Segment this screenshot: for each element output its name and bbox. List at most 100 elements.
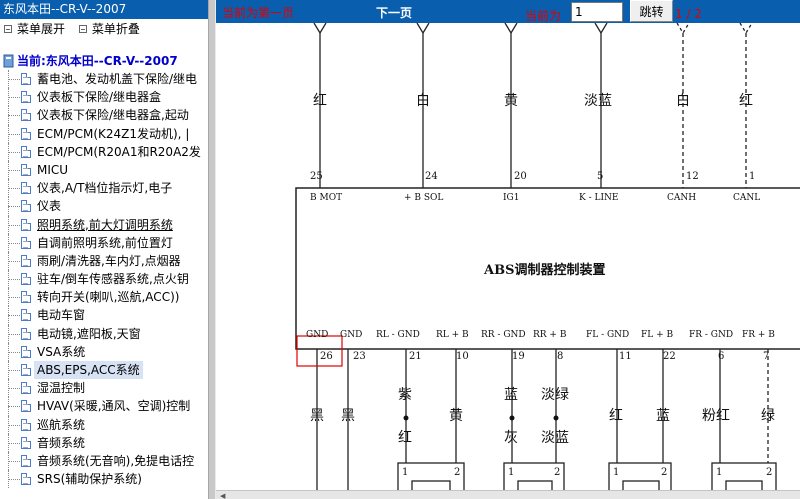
document-icon <box>21 218 31 231</box>
tree-item-label: VSA系统 <box>37 344 86 359</box>
wire-color-label: 蓝 <box>504 387 518 403</box>
tree-item[interactable]: 仪表 <box>0 197 208 216</box>
tree-item-selected[interactable]: ABS,EPS,ACC系统 <box>0 361 208 380</box>
tree-item-label: 仪表,A/T档位指示灯,电子 <box>37 181 173 196</box>
signal-name: FR - GND <box>689 330 733 340</box>
menu-controls: 菜单展开 菜单折叠 <box>0 19 208 39</box>
pin-number: 7 <box>763 351 769 362</box>
wire-color-label: 黑 <box>310 408 324 424</box>
document-icon <box>21 73 31 85</box>
signal-name: GND <box>340 330 362 340</box>
document-icon <box>21 236 31 249</box>
tree-item-label: MICU <box>37 162 69 177</box>
document-icon <box>21 182 31 195</box>
signal-name: FL + B <box>641 330 673 340</box>
tree-item[interactable]: 电动车窗 <box>0 306 208 325</box>
tree-item[interactable]: ECM/PCM(K24Z1发动机), | <box>0 124 208 143</box>
tree-item[interactable]: VSA系统 <box>0 342 208 362</box>
current-page-label: 当前为 <box>525 9 562 23</box>
tree-item-label: 仪表板下保险/继电器盒,起动 <box>37 108 189 123</box>
document-icon <box>21 400 31 413</box>
pane-splitter[interactable] <box>208 0 216 499</box>
tree-item[interactable]: HVAV(采暖,通风、空调)控制 <box>0 397 208 416</box>
pin-number: 22 <box>663 351 676 362</box>
tree-root[interactable]: 当前:东风本田--CR-V--2007 <box>0 52 208 70</box>
wire-color-label: 红 <box>398 430 412 446</box>
document-icon <box>21 254 31 267</box>
wiring-diagram-svg: 红 白 黄 淡蓝 白 红 25 24 20 5 12 1 B MOT + B S… <box>295 23 800 490</box>
wiring-diagram: 红 白 黄 淡蓝 白 红 25 24 20 5 12 1 B MOT + B S… <box>216 23 800 490</box>
pin-number: 10 <box>456 351 469 362</box>
menu-collapse-label: 菜单折叠 <box>91 22 140 36</box>
document-icon <box>21 327 31 340</box>
jump-button[interactable]: 跳转 <box>630 0 673 22</box>
signal-name: RR - GND <box>481 330 526 340</box>
collapse-icon <box>78 25 87 33</box>
wire-color-label: 白 <box>676 93 690 109</box>
wire-color-label: 紫 <box>398 387 412 403</box>
tree-item-label: 巡航系统 <box>37 417 86 432</box>
pin-number: 11 <box>619 351 632 362</box>
connector-pin: 2 <box>661 467 667 478</box>
wire-color-label: 黄 <box>504 92 518 109</box>
signal-name: GND <box>306 330 328 340</box>
pin-number: 8 <box>557 351 563 362</box>
wire-color-label: 红 <box>609 408 623 424</box>
tree-item[interactable]: 自调前照明系统,前位置灯 <box>0 233 208 253</box>
wire-color-label: 黄 <box>449 407 463 424</box>
menu-expand-button[interactable]: 菜单展开 <box>4 19 65 39</box>
tree-item[interactable]: 音频系统(无音响),免提电话控 <box>0 451 208 471</box>
scroll-left-icon[interactable]: ◀ <box>220 492 225 499</box>
signal-name: + B SOL <box>404 193 443 203</box>
tree-item-label: SRS(辅助保护系统) <box>37 472 142 487</box>
pin-number: 23 <box>353 351 366 362</box>
document-icon <box>21 91 31 104</box>
document-tree: 当前:东风本田--CR-V--2007 蓄电池、发动机盖下保险/继电 仪表板下保… <box>0 52 208 489</box>
tree-item[interactable]: SRS(辅助保护系统) <box>0 470 208 489</box>
tree-item[interactable]: 转向开关(喇叭,巡航,ACC)) <box>0 288 208 307</box>
document-icon <box>21 163 31 176</box>
tree-item-label: 照明系统,前大灯调明系统 <box>37 217 173 232</box>
document-viewer: 当前为第一页 下一页 当前为 跳转 1 / 2 <box>216 0 800 499</box>
connector-pin: 1 <box>613 467 619 478</box>
document-icon <box>21 145 31 158</box>
tree-item[interactable]: 仪表板下保险/继电器盒,起动 <box>0 106 208 125</box>
pin-number: 20 <box>514 171 527 182</box>
tree-item[interactable]: 驻车/倒车传感器系统,点火钥 <box>0 270 208 289</box>
wire-color-label: 红 <box>313 93 327 109</box>
tree-item-label: 音频系统(无音响),免提电话控 <box>37 453 195 468</box>
signal-name: CANL <box>733 193 760 203</box>
module-title: ABS调制器控制装置 <box>483 262 605 278</box>
signal-name: RL - GND <box>376 330 420 340</box>
signal-name: FL - GND <box>586 330 629 340</box>
pin-number: 6 <box>718 351 724 362</box>
tree-item-label: 电动镜,遮阳板,天窗 <box>37 326 141 341</box>
tree-item-label: 音频系统 <box>37 435 86 450</box>
tree-item[interactable]: 仪表板下保险/继电器盒 <box>0 88 208 107</box>
tree-item[interactable]: ECM/PCM(R20A1和R20A2发 <box>0 142 208 162</box>
document-icon <box>21 200 31 213</box>
wire-color-label: 淡蓝 <box>541 430 569 446</box>
tree-item-label: 仪表 <box>37 199 62 214</box>
first-page-status: 当前为第一页 <box>222 6 295 20</box>
tree-item[interactable]: 照明系统,前大灯调明系统 <box>0 215 208 234</box>
page-number-input[interactable] <box>571 2 623 22</box>
tree-item[interactable]: 湿温控制 <box>0 379 208 398</box>
tree-item-label: ABS,EPS,ACC系统 <box>34 361 143 379</box>
tree-item[interactable]: 雨刷/清洗器,车内灯,点烟器 <box>0 251 208 271</box>
tree-item[interactable]: 蓄电池、发动机盖下保险/继电 <box>0 70 208 89</box>
horizontal-scrollbar[interactable]: ◀ <box>216 490 800 499</box>
tree-item[interactable]: 音频系统 <box>0 433 208 453</box>
tree-item[interactable]: MICU <box>0 160 208 180</box>
next-page-link[interactable]: 下一页 <box>376 4 412 21</box>
menu-collapse-button[interactable]: 菜单折叠 <box>78 19 140 39</box>
tree-item[interactable]: 仪表,A/T档位指示灯,电子 <box>0 179 208 198</box>
tree-item[interactable]: 巡航系统 <box>0 415 208 434</box>
tree-item-label: 蓄电池、发动机盖下保险/继电 <box>37 72 198 86</box>
pin-number: 25 <box>310 171 323 182</box>
signal-name: FR + B <box>742 330 775 340</box>
tree-item[interactable]: 电动镜,遮阳板,天窗 <box>0 324 208 344</box>
pin-number: 26 <box>320 351 333 362</box>
tree-item-label: ECM/PCM(R20A1和R20A2发 <box>37 144 201 159</box>
tree-item-label: 湿温控制 <box>37 381 86 396</box>
